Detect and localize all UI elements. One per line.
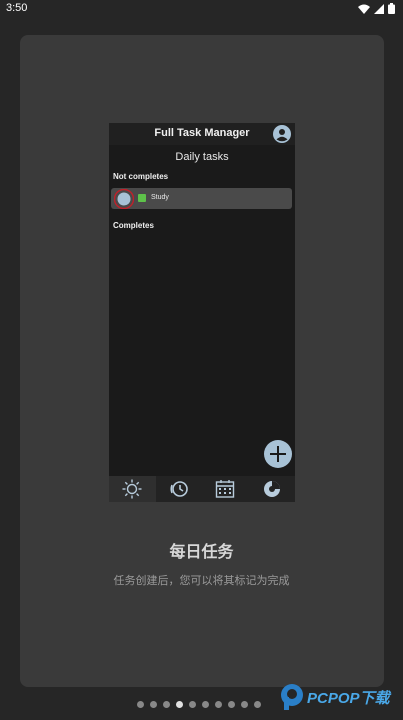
history-icon xyxy=(170,481,188,497)
page-dot[interactable] xyxy=(189,701,196,708)
watermark-logo-icon xyxy=(281,684,303,710)
battery-icon xyxy=(388,3,395,14)
not-completed-label: Not completes xyxy=(113,172,169,181)
complete-toggle[interactable] xyxy=(114,189,134,209)
app-preview: Full Task Manager Daily tasks Not comple… xyxy=(109,123,295,502)
page-dot[interactable] xyxy=(202,701,209,708)
page-dot-active[interactable] xyxy=(176,701,183,708)
sun-icon xyxy=(122,479,142,499)
signal-icon xyxy=(374,3,384,14)
watermark: PCPOP下载 xyxy=(280,683,390,711)
page-indicator xyxy=(137,701,261,708)
nav-calendar[interactable] xyxy=(202,476,249,502)
task-name: Study xyxy=(151,194,169,201)
status-icons xyxy=(358,3,395,14)
page-dot[interactable] xyxy=(163,701,170,708)
task-color-tag xyxy=(138,194,146,202)
page-dot[interactable] xyxy=(137,701,144,708)
calendar-icon xyxy=(216,480,235,498)
wifi-icon xyxy=(358,4,370,14)
status-time: 3:50 xyxy=(6,2,28,14)
nav-statistics[interactable] xyxy=(249,476,296,502)
add-task-button[interactable] xyxy=(264,440,292,468)
bottom-nav xyxy=(109,476,295,502)
page-dot[interactable] xyxy=(254,701,261,708)
nav-daily[interactable] xyxy=(109,476,156,502)
nav-history[interactable] xyxy=(156,476,203,502)
app-title: Full Task Manager xyxy=(154,127,250,139)
screen-title: Daily tasks xyxy=(175,151,229,163)
watermark-text: PCPOP下载 xyxy=(307,689,390,707)
completed-label: Completes xyxy=(113,221,154,230)
task-row[interactable]: Study xyxy=(111,188,292,209)
status-bar: 3:50 xyxy=(0,0,403,18)
page-dot[interactable] xyxy=(215,701,222,708)
profile-icon[interactable] xyxy=(273,125,291,143)
pie-chart-icon xyxy=(263,481,280,497)
page-dot[interactable] xyxy=(241,701,248,708)
page-dot[interactable] xyxy=(228,701,235,708)
onboarding-title: 每日任务 xyxy=(169,544,234,561)
page-dot[interactable] xyxy=(150,701,157,708)
app-header: Full Task Manager xyxy=(109,123,295,145)
onboarding-subtitle: 任务创建后，您可以将其标记为完成 xyxy=(113,575,290,587)
